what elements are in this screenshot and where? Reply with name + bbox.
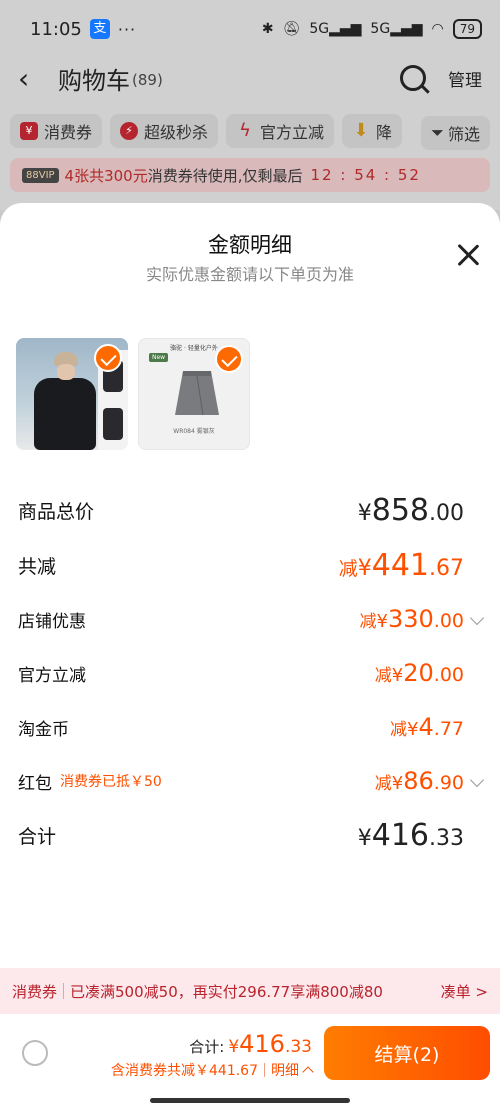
- gather-order-link[interactable]: 凑单 >: [441, 981, 488, 1002]
- checked-icon[interactable]: [94, 344, 122, 372]
- row-label: 淘金币: [18, 719, 69, 740]
- checkout-bar: 合计: ¥ 416 .33 含消费券共减￥441.67 明细 结算(2): [0, 1014, 500, 1111]
- row-label: 共减: [18, 556, 57, 578]
- page-title: 购物车: [58, 66, 130, 95]
- sheet-subtitle: 实际优惠金额请以下单页为准: [145, 265, 354, 284]
- discount-text: 含消费券共减￥441.67: [111, 1063, 258, 1079]
- skirt-image: [175, 371, 219, 416]
- chevron-up-icon[interactable]: [302, 1066, 314, 1078]
- row-red-packet[interactable]: 红包 消费券已抵￥50 减 ¥86.90: [18, 767, 485, 795]
- discount-summary: 含消费券共减￥441.67 明细: [111, 1060, 314, 1080]
- product-thumb-jacket[interactable]: [16, 338, 128, 450]
- row-value: ¥858.00: [357, 493, 464, 528]
- bluetooth-icon: ✱: [261, 21, 274, 37]
- chevron-down-icon[interactable]: [469, 772, 485, 788]
- checked-icon[interactable]: [215, 345, 243, 373]
- funnel-icon: ⏷: [431, 123, 444, 142]
- battery-icon: 79: [452, 19, 482, 39]
- row-shop-discount[interactable]: 店铺优惠 减 ¥330.00: [18, 605, 485, 633]
- row-taojinbi: 淘金币 减 ¥4.77: [18, 713, 482, 741]
- vip-highlight: 4张共300元: [64, 166, 148, 185]
- filter-button[interactable]: ⏷ 筛选: [421, 116, 490, 150]
- status-bar: 11:05 支 ··· ✱ 🔕︎ 5G▂▄▆ 5G▂▄▆ ◠ 79: [0, 0, 500, 58]
- close-icon[interactable]: [456, 243, 480, 267]
- row-total-discount: 共减 减 ¥441.67: [18, 548, 482, 583]
- row-label: 合计: [18, 826, 57, 848]
- navbar: ‹ 购物车 (89) 管理: [0, 58, 500, 98]
- model-image: [28, 346, 98, 450]
- countdown-timer: 12 : 54 : 52: [310, 166, 421, 184]
- row-value: ¥416.33: [357, 818, 464, 853]
- cart-count: (89): [132, 71, 163, 89]
- bolt-icon: ϟ: [239, 120, 251, 141]
- product-caption: WR084 雾银灰: [173, 428, 215, 435]
- row-value: 减 ¥441.67: [338, 548, 464, 583]
- row-value: 减 ¥330.00: [360, 605, 485, 633]
- back-icon[interactable]: ‹: [18, 62, 58, 95]
- row-value: 减 ¥4.77: [390, 713, 464, 741]
- alipay-icon: 支: [89, 19, 110, 39]
- divider: [63, 983, 65, 999]
- product-thumbnails: 骆驼 · 轻量化户外 New WR084 雾银灰: [16, 338, 250, 450]
- coupon-progress-text: 已凑满500减50，再实付296.77享满800减80: [70, 982, 383, 1001]
- total-label: 合计:: [189, 1038, 225, 1056]
- coupon-progress-strip[interactable]: 消费券 已凑满500减50，再实付296.77享满800减80 凑单 >: [0, 968, 500, 1014]
- vip-text: 消费券待使用,仅剩最后: [147, 166, 303, 185]
- chip-coupon[interactable]: ¥ 消费券: [10, 114, 103, 148]
- mute-icon: 🔕︎: [282, 21, 301, 37]
- vip-coupon-banner[interactable]: 88VIP 4张共300元 消费券待使用,仅剩最后 12 : 54 : 52: [10, 158, 490, 192]
- new-tag: New: [149, 353, 169, 362]
- wifi-icon: ◠: [431, 21, 444, 37]
- row-value: 减 ¥20.00: [374, 659, 464, 687]
- status-icons: ✱ 🔕︎ 5G▂▄▆ 5G▂▄▆ ◠ 79: [262, 19, 482, 39]
- row-label: 官方立减: [18, 665, 86, 686]
- row-official-discount: 官方立减 减 ¥20.00: [18, 659, 482, 687]
- chevron-down-icon[interactable]: [469, 610, 485, 626]
- signal-icon-1: 5G▂▄▆: [309, 21, 362, 37]
- search-icon[interactable]: [400, 65, 426, 91]
- signal-icon-2: 5G▂▄▆: [370, 21, 423, 37]
- detail-toggle[interactable]: 明细: [271, 1060, 299, 1080]
- select-all-radio[interactable]: [22, 1040, 48, 1066]
- row-label: 店铺优惠: [18, 611, 86, 632]
- down-arrow-icon: ⬇: [353, 120, 369, 141]
- flash-icon: ⚡: [120, 122, 139, 140]
- chip-price-drop[interactable]: ⬇ 降: [342, 114, 403, 148]
- product-thumb-skirt[interactable]: 骆驼 · 轻量化户外 New WR084 雾银灰: [138, 338, 250, 450]
- status-time: 11:05: [30, 18, 82, 40]
- chip-flash-sale[interactable]: ⚡ 超级秒杀: [110, 114, 219, 148]
- row-grand-total: 合计 ¥416.33: [18, 818, 482, 853]
- row-label: 商品总价: [18, 501, 95, 523]
- row-product-total: 商品总价 ¥858.00: [18, 493, 482, 528]
- vip-badge: 88VIP: [22, 167, 59, 183]
- manage-button[interactable]: 管理: [448, 66, 482, 91]
- chip-official-discount[interactable]: ϟ 官方立减: [226, 114, 335, 148]
- row-label: 红包: [18, 773, 52, 794]
- row-value: 减 ¥86.90: [375, 767, 485, 795]
- coupon-note: 消费券已抵￥50: [60, 774, 162, 790]
- checkout-button[interactable]: 结算(2): [324, 1026, 490, 1080]
- sheet-title: 金额明细: [208, 233, 292, 257]
- total-amount: 合计: ¥ 416 .33: [189, 1030, 312, 1058]
- home-indicator[interactable]: [150, 1098, 350, 1103]
- coupon-tag: 消费券: [12, 982, 58, 1001]
- coupon-icon: ¥: [20, 122, 38, 140]
- more-icon: ···: [117, 19, 137, 39]
- divider: [264, 1063, 265, 1077]
- background-page: 11:05 支 ··· ✱ 🔕︎ 5G▂▄▆ 5G▂▄▆ ◠ 79 ‹ 购物车 …: [0, 0, 500, 210]
